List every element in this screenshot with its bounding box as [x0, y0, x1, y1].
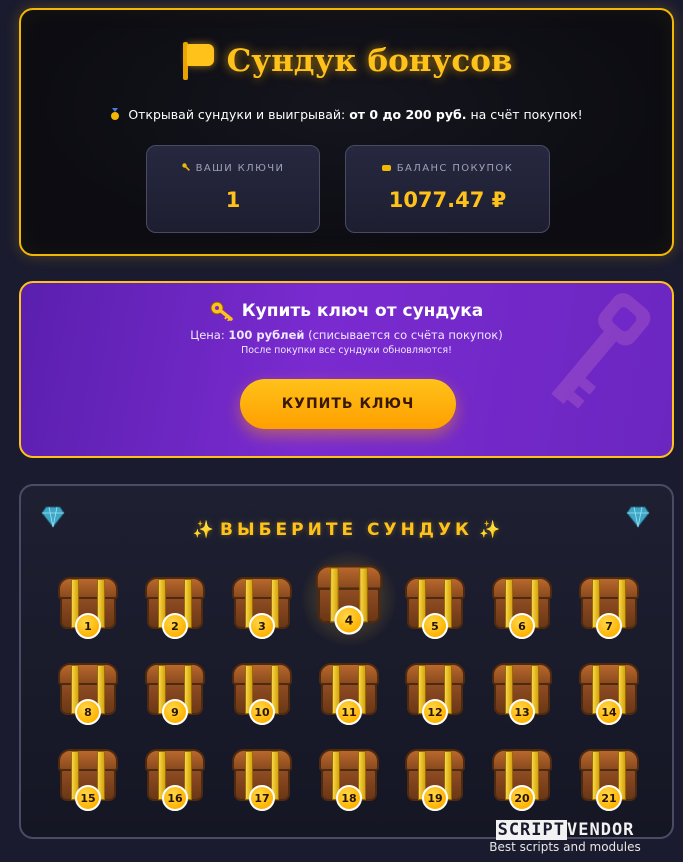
chest-number: 2: [162, 613, 188, 639]
flag-icon: [181, 42, 215, 80]
chest-number: 15: [75, 785, 101, 811]
chest-lid: [232, 663, 292, 685]
chest-number: 10: [249, 699, 275, 725]
price-prefix: Цена:: [190, 328, 225, 342]
chest-lid: [58, 749, 118, 771]
chest-number: 21: [596, 785, 622, 811]
buy-key-button[interactable]: КУПИТЬ КЛЮЧ: [240, 379, 456, 429]
chest-4[interactable]: 4: [299, 549, 399, 649]
chest-18[interactable]: 18: [319, 749, 379, 813]
chest-number: 11: [336, 699, 362, 725]
chest-lid: [315, 565, 383, 590]
chest-lid: [319, 749, 379, 771]
chest-number: 14: [596, 699, 622, 725]
keys-stat-card: ВАШИ КЛЮЧИ 1: [146, 145, 320, 233]
chest-14[interactable]: 14: [579, 663, 639, 727]
watermark-tagline: Best scripts and modules: [489, 840, 641, 854]
chest-lid: [145, 749, 205, 771]
prize-prefix: Открывай сундуки и выигрывай:: [128, 107, 346, 122]
chest-lid: [58, 577, 118, 599]
chest-1[interactable]: 1: [58, 577, 118, 641]
chest-lid: [579, 577, 639, 599]
chest-16[interactable]: 16: [145, 749, 205, 813]
chest-lid: [492, 663, 552, 685]
title-row: Сундук бонусов: [21, 42, 672, 80]
refresh-note: После покупки все сундуки обновляются!: [241, 345, 452, 356]
chest-lid: [232, 577, 292, 599]
chest-8[interactable]: 8: [58, 663, 118, 727]
chest-lid: [492, 749, 552, 771]
chest-lid: [579, 663, 639, 685]
chest-number: 18: [336, 785, 362, 811]
key-icon: [210, 301, 233, 321]
chest-number: 5: [422, 613, 448, 639]
price-line: Цена: 100 рублей (списывается со счёта п…: [21, 328, 672, 342]
chest-lid: [405, 749, 465, 771]
key-icon: [181, 163, 190, 171]
page-title: Сундук бонусов: [226, 43, 513, 79]
prize-suffix: на счёт покупок!: [470, 107, 583, 122]
chest-grid: 1 2 3 4 5 6 7 8 9 10 11 12 13 14 15 16 17 18 19 20 21: [21, 486, 672, 837]
card-icon: [381, 165, 391, 171]
chest-12[interactable]: 12: [405, 663, 465, 727]
buy-key-title: Купить ключ от сундука: [241, 301, 484, 321]
chest-19[interactable]: 19: [405, 749, 465, 813]
chest-lid: [579, 749, 639, 771]
chest-lid: [145, 663, 205, 685]
chest-number: 8: [75, 699, 101, 725]
chest-number: 19: [422, 785, 448, 811]
balance-label: БАЛАНС ПОКУПОК: [396, 163, 514, 174]
chest-7[interactable]: 7: [579, 577, 639, 641]
price-amount: 100 рублей: [228, 328, 305, 342]
chest-5[interactable]: 5: [405, 577, 465, 641]
price-suffix: (списывается со счёта покупок): [308, 328, 503, 342]
chest-20[interactable]: 20: [492, 749, 552, 813]
chest-lid: [232, 749, 292, 771]
prize-description: Открывай сундуки и выигрывай: от 0 до 20…: [21, 107, 672, 122]
chest-13[interactable]: 13: [492, 663, 552, 727]
chest-number: 1: [75, 613, 101, 639]
chest-lid: [145, 577, 205, 599]
chest-number: 20: [509, 785, 535, 811]
chest-number: 4: [334, 605, 364, 635]
chest-9[interactable]: 9: [145, 663, 205, 727]
keys-value: 1: [225, 188, 241, 212]
bonus-header-panel: Сундук бонусов Открывай сундуки и выигры…: [19, 8, 674, 256]
chest-number: 12: [422, 699, 448, 725]
chest-selection-panel: ✨ ВЫБЕРИТЕ СУНДУК ✨ 1 2 3 4 5 6 7 8 9 10 11 12 13 14 15 1…: [19, 484, 674, 839]
chest-10[interactable]: 10: [232, 663, 292, 727]
chest-number: 7: [596, 613, 622, 639]
balance-value: 1077.47 ₽: [388, 188, 507, 212]
chest-3[interactable]: 3: [232, 577, 292, 641]
chest-11[interactable]: 11: [319, 663, 379, 727]
chest-17[interactable]: 17: [232, 749, 292, 813]
chest-21[interactable]: 21: [579, 749, 639, 813]
chest-lid: [58, 663, 118, 685]
chest-lid: [405, 663, 465, 685]
chest-2[interactable]: 2: [145, 577, 205, 641]
watermark-logo: SCRIPT VENDOR: [495, 820, 635, 840]
chest-number: 3: [249, 613, 275, 639]
chest-lid: [319, 663, 379, 685]
chest-15[interactable]: 15: [58, 749, 118, 813]
chest-number: 16: [162, 785, 188, 811]
chest-6[interactable]: 6: [492, 577, 552, 641]
chest-number: 6: [509, 613, 535, 639]
chest-number: 17: [249, 785, 275, 811]
balance-stat-card: БАЛАНС ПОКУПОК 1077.47 ₽: [345, 145, 550, 233]
chest-number: 13: [509, 699, 535, 725]
medal-icon: [111, 108, 120, 120]
chest-lid: [405, 577, 465, 599]
buy-key-panel: Купить ключ от сундука Цена: 100 рублей …: [19, 281, 674, 458]
scriptvendor-watermark: SCRIPT VENDOR Best scripts and modules: [453, 820, 677, 854]
chest-lid: [492, 577, 552, 599]
keys-label: ВАШИ КЛЮЧИ: [195, 163, 285, 174]
chest-number: 9: [162, 699, 188, 725]
prize-range: от 0 до 200 руб.: [349, 107, 467, 122]
